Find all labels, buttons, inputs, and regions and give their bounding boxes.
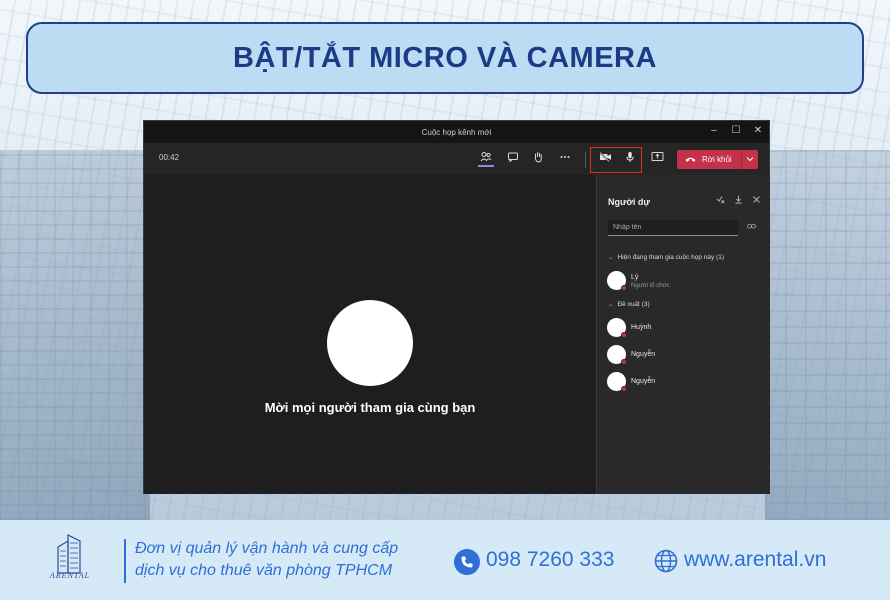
status-badge — [621, 386, 627, 392]
company-tagline: Đơn vị quản lý vận hành và cung cấp dịch… — [135, 538, 398, 582]
toolbar-divider — [585, 152, 586, 168]
share-invite-icon[interactable] — [747, 223, 756, 232]
participant-name: Lý — [631, 274, 639, 281]
banner-title: BẬT/TẮT MICRO VÀ CAMERA — [233, 41, 657, 74]
participants-icon[interactable] — [478, 151, 494, 167]
participants-panel: Người dự ⌄Hiện đang tham gia cuộc họp nà… — [596, 175, 770, 494]
window-title: Cuộc họp kênh mới — [421, 127, 492, 137]
download-icon[interactable] — [734, 195, 742, 206]
website-link[interactable]: www.arental.vn — [684, 548, 826, 572]
suggested-heading: Đề xuất (3) — [617, 301, 650, 308]
participant-search-input[interactable] — [608, 220, 738, 236]
logo-text: ARENTAL — [49, 571, 91, 580]
window-controls: – ☐ ✕ — [709, 124, 763, 138]
leave-button[interactable]: Rời khỏi — [677, 150, 758, 169]
meeting-stage: Mời mọi người tham gia cùng bạn — [144, 175, 596, 494]
background-building-left — [0, 150, 150, 520]
participant-role: Người tổ chức — [631, 283, 670, 289]
avatar — [327, 300, 413, 386]
close-button[interactable]: ✕ — [753, 124, 763, 138]
status-badge — [621, 285, 627, 291]
phone-number: 098 7260 333 — [486, 548, 615, 571]
tagline-line-1: Đơn vị quản lý vận hành và cung cấp — [135, 540, 399, 557]
participant-name: Nguyễn — [631, 351, 656, 358]
background-building-right — [765, 150, 890, 520]
in-meeting-heading: Hiện đang tham gia cuộc họp này (1) — [617, 254, 725, 261]
window-titlebar: Cuộc họp kênh mới – ☐ ✕ — [144, 121, 769, 143]
participant-name: Huỳnh — [631, 324, 652, 331]
maximize-button[interactable]: ☐ — [731, 124, 741, 138]
chat-icon[interactable] — [505, 151, 521, 167]
globe-icon — [654, 549, 678, 573]
hang-up-icon — [685, 155, 696, 165]
divider — [124, 539, 126, 583]
status-badge — [621, 332, 627, 338]
meeting-toolbar: 00:42 Rời khỏi — [144, 143, 769, 175]
footer: ARENTAL Đơn vị quản lý vận hành và cung … — [0, 520, 890, 600]
minimize-button[interactable]: – — [709, 124, 719, 138]
tagline-line-2: dịch vụ cho thuê văn phòng TPHCM — [135, 562, 393, 579]
raise-hand-icon[interactable] — [530, 151, 546, 167]
chevron-down-icon: ⌄ — [608, 301, 614, 308]
more-icon[interactable] — [557, 151, 573, 167]
list-item[interactable]: Nguyễn — [607, 372, 757, 394]
status-badge — [621, 359, 627, 365]
leave-button-label: Rời khỏi — [702, 155, 732, 164]
chevron-down-icon[interactable] — [741, 150, 758, 169]
panel-actions — [716, 195, 760, 206]
list-item[interactable]: Nguyễn — [607, 345, 757, 367]
suggested-section-header[interactable]: ⌄ Đề xuất (3) — [608, 300, 650, 308]
list-item[interactable]: Lý Người tổ chức — [607, 271, 757, 293]
microphone-icon[interactable] — [622, 151, 638, 167]
meeting-timer: 00:42 — [159, 153, 180, 162]
title-banner: BẬT/TẮT MICRO VÀ CAMERA — [26, 22, 864, 94]
invite-message: Mời mọi người tham gia cùng bạn — [264, 400, 476, 415]
in-meeting-section-header[interactable]: ⌄ Hiện đang tham gia cuộc họp này (1) — [608, 253, 724, 261]
camera-off-icon[interactable] — [597, 151, 613, 167]
mute-all-icon[interactable] — [716, 195, 725, 206]
participant-name: Nguyễn — [631, 378, 656, 385]
share-screen-icon[interactable] — [649, 151, 665, 167]
teams-meeting-window: Cuộc họp kênh mới – ☐ ✕ 00:42 Rời khỏi M… — [143, 120, 770, 494]
list-item[interactable]: Huỳnh — [607, 318, 757, 340]
close-icon[interactable] — [752, 195, 760, 206]
chevron-down-icon: ⌄ — [608, 254, 614, 261]
panel-title: Người dự — [608, 197, 650, 207]
building-logo-icon — [57, 534, 81, 574]
phone-icon — [454, 549, 480, 575]
